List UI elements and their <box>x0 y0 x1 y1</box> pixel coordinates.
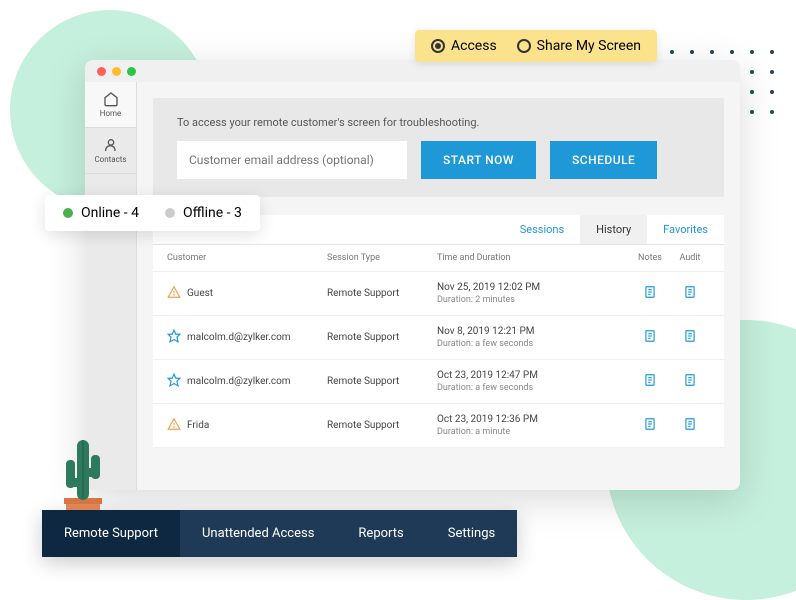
table-row[interactable]: malcolm.d@zylker.com Remote SupportOct 23… <box>153 360 724 404</box>
contacts-icon <box>103 137 119 153</box>
time-duration: Nov 8, 2019 12:21 PMDuration: a few seco… <box>437 326 630 349</box>
table-row[interactable]: malcolm.d@zylker.com Remote SupportNov 8,… <box>153 316 724 360</box>
session-type: Remote Support <box>327 288 437 299</box>
status-pill: Online - 4 Offline - 3 <box>45 195 260 231</box>
access-label: Access <box>451 38 497 54</box>
customer-name: Frida <box>187 420 209 431</box>
nav-reports[interactable]: Reports <box>336 510 425 557</box>
notes-button[interactable] <box>630 417 670 434</box>
maximize-icon[interactable] <box>127 67 136 76</box>
main-panel: To access your remote customer's screen … <box>137 82 740 490</box>
col-notes: Notes <box>630 253 670 263</box>
customer-name: malcolm.d@zylker.com <box>187 376 291 387</box>
nav-remote-support[interactable]: Remote Support <box>42 510 180 557</box>
tab-history[interactable]: History <box>580 215 647 244</box>
audit-button[interactable] <box>670 373 710 390</box>
nav-settings[interactable]: Settings <box>426 510 517 557</box>
start-now-button[interactable]: START NOW <box>421 141 536 179</box>
table-body: GuestRemote SupportNov 25, 2019 12:02 PM… <box>153 272 724 448</box>
online-label: Online - 4 <box>81 205 139 221</box>
session-type: Remote Support <box>327 420 437 431</box>
app-window: Home Contacts To access your remote cust… <box>85 60 740 490</box>
radio-icon <box>517 39 531 53</box>
offline-status: Offline - 3 <box>165 205 242 221</box>
sidebar-contacts-label: Contacts <box>94 155 126 164</box>
sidebar-home-label: Home <box>100 109 122 118</box>
notes-button[interactable] <box>630 329 670 346</box>
online-dot-icon <box>63 208 73 218</box>
offline-label: Offline - 3 <box>183 205 242 221</box>
table-header: Customer Session Type Time and Duration … <box>153 245 724 272</box>
notes-button[interactable] <box>630 285 670 302</box>
time-duration: Oct 23, 2019 12:47 PMDuration: a few sec… <box>437 370 630 393</box>
sidebar-item-home[interactable]: Home <box>85 82 136 128</box>
col-session-type: Session Type <box>327 253 437 263</box>
col-audit: Audit <box>670 253 710 263</box>
notes-button[interactable] <box>630 373 670 390</box>
col-time: Time and Duration <box>437 253 630 263</box>
customer-name: malcolm.d@zylker.com <box>187 332 291 343</box>
share-screen-radio[interactable]: Share My Screen <box>517 38 641 54</box>
star-icon <box>167 329 181 346</box>
sidebar-item-contacts[interactable]: Contacts <box>85 128 136 174</box>
home-icon <box>103 91 119 107</box>
session-type: Remote Support <box>327 332 437 343</box>
audit-button[interactable] <box>670 285 710 302</box>
table-row[interactable]: Guest Remote SupportNov 25, 2019 12:02 PM… <box>153 272 724 316</box>
online-status: Online - 4 <box>63 205 139 221</box>
window-titlebar <box>85 60 740 82</box>
tab-sessions[interactable]: Sessions <box>504 215 580 244</box>
time-duration: Nov 25, 2019 12:02 PMDuration: 2 minutes <box>437 282 630 305</box>
time-duration: Oct 23, 2019 12:36 PMDuration: a minute <box>437 414 630 437</box>
star-icon <box>167 373 181 390</box>
table-row[interactable]: Frida Remote SupportOct 23, 2019 12:36 PM… <box>153 404 724 448</box>
audit-button[interactable] <box>670 329 710 346</box>
session-type: Remote Support <box>327 376 437 387</box>
radio-selected-icon <box>431 39 445 53</box>
nav-unattended-access[interactable]: Unattended Access <box>180 510 336 557</box>
audit-button[interactable] <box>670 417 710 434</box>
access-radio[interactable]: Access <box>431 38 497 54</box>
offline-dot-icon <box>165 208 175 218</box>
share-label: Share My Screen <box>537 38 641 54</box>
close-icon[interactable] <box>97 67 106 76</box>
access-box: To access your remote customer's screen … <box>153 98 724 197</box>
tab-favorites[interactable]: Favorites <box>647 215 724 244</box>
access-instruction: To access your remote customer's screen … <box>177 116 700 129</box>
customer-email-input[interactable] <box>177 141 407 179</box>
col-customer: Customer <box>167 253 327 263</box>
bottom-nav: Remote Support Unattended Access Reports… <box>42 510 517 557</box>
access-mode-pill: Access Share My Screen <box>415 30 657 62</box>
minimize-icon[interactable] <box>112 67 121 76</box>
warning-icon <box>167 417 181 434</box>
schedule-button[interactable]: SCHEDULE <box>550 141 657 179</box>
customer-name: Guest <box>187 288 213 299</box>
warning-icon <box>167 285 181 302</box>
